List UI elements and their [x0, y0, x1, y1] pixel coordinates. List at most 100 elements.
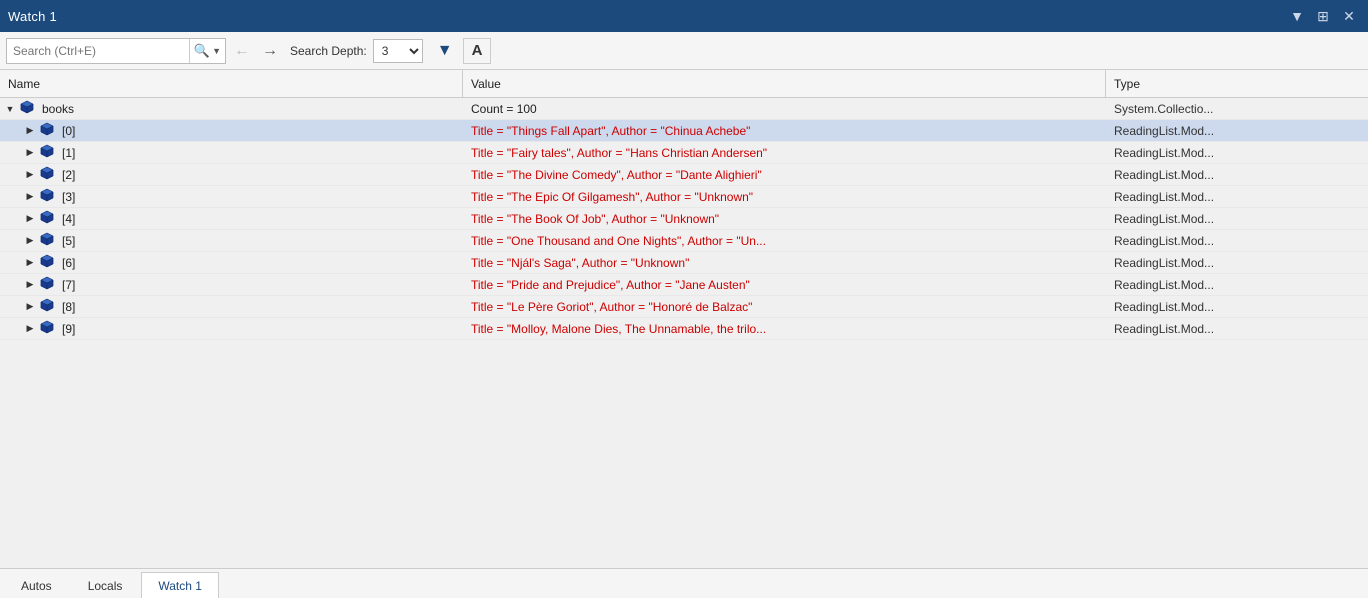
name-text: [2]: [62, 168, 75, 182]
name-text: [5]: [62, 234, 75, 248]
forward-button[interactable]: →: [258, 40, 282, 62]
name-text: [6]: [62, 256, 75, 270]
expand-arrow-icon[interactable]: ▶: [24, 125, 36, 137]
value-cell: Title = "Pride and Prejudice", Author = …: [463, 274, 1106, 295]
table-row[interactable]: ▶ [1]Title = "Fairy tales", Author = "Ha…: [0, 142, 1368, 164]
type-cell: ReadingList.Mod...: [1106, 252, 1368, 273]
search-depth-select[interactable]: 1 2 3 4 5: [373, 39, 423, 63]
table-header: Name Value Type: [0, 70, 1368, 98]
dropdown-button[interactable]: ▼: [1286, 5, 1308, 27]
name-text: books: [42, 102, 74, 116]
cube-icon: [40, 276, 54, 293]
search-icons[interactable]: 🔍 ▼: [189, 39, 225, 63]
name-text: [1]: [62, 146, 75, 160]
table-row[interactable]: ▶ [6]Title = "Njál's Saga", Author = "Un…: [0, 252, 1368, 274]
table-row[interactable]: ▶ [4]Title = "The Book Of Job", Author =…: [0, 208, 1368, 230]
expand-arrow-icon[interactable]: ▶: [24, 323, 36, 335]
expand-arrow-icon[interactable]: ▶: [24, 147, 36, 159]
close-button[interactable]: ✕: [1338, 5, 1360, 27]
search-box: 🔍 ▼: [6, 38, 226, 64]
value-cell: Title = "The Divine Comedy", Author = "D…: [463, 164, 1106, 185]
table-row[interactable]: ▶ [0]Title = "Things Fall Apart", Author…: [0, 120, 1368, 142]
filter-button[interactable]: ▼: [431, 40, 459, 62]
toolbar: 🔍 ▼ ← → Search Depth: 1 2 3 4 5 ▼ A: [0, 32, 1368, 70]
type-cell: ReadingList.Mod...: [1106, 274, 1368, 295]
name-cell: ▶ [8]: [0, 296, 463, 317]
table-row[interactable]: ▶ [8]Title = "Le Père Goriot", Author = …: [0, 296, 1368, 318]
table-row[interactable]: ▶ [3]Title = "The Epic Of Gilgamesh", Au…: [0, 186, 1368, 208]
name-cell: ▶ [3]: [0, 186, 463, 207]
type-cell: ReadingList.Mod...: [1106, 186, 1368, 207]
cube-icon: [40, 210, 54, 227]
expand-arrow-icon[interactable]: ▶: [24, 235, 36, 247]
table-body: ▼ booksCount = 100System.Collectio...▶ […: [0, 98, 1368, 568]
name-cell: ▶ [2]: [0, 164, 463, 185]
title-bar: Watch 1 ▼ ⊞ ✕: [0, 0, 1368, 32]
back-button[interactable]: ←: [230, 40, 254, 62]
expand-arrow-icon[interactable]: ▶: [24, 169, 36, 181]
name-cell: ▶ [5]: [0, 230, 463, 251]
pin-button[interactable]: ⊞: [1312, 5, 1334, 27]
value-cell: Title = "One Thousand and One Nights", A…: [463, 230, 1106, 251]
expand-arrow-icon[interactable]: ▼: [4, 103, 16, 115]
value-cell: Title = "Njál's Saga", Author = "Unknown…: [463, 252, 1106, 273]
cube-icon: [40, 166, 54, 183]
cube-icon: [40, 122, 54, 139]
name-text: [7]: [62, 278, 75, 292]
value-cell: Title = "Things Fall Apart", Author = "C…: [463, 120, 1106, 141]
name-text: [8]: [62, 300, 75, 314]
title-bar-buttons: ▼ ⊞ ✕: [1286, 5, 1360, 27]
value-cell: Title = "Le Père Goriot", Author = "Hono…: [463, 296, 1106, 317]
cube-icon: [40, 320, 54, 337]
title-bar-title: Watch 1: [8, 9, 1286, 24]
expand-arrow-icon[interactable]: ▶: [24, 213, 36, 225]
header-name: Name: [0, 70, 463, 97]
value-cell: Title = "Molloy, Malone Dies, The Unnama…: [463, 318, 1106, 339]
value-cell: Count = 100: [463, 98, 1106, 119]
search-icon: 🔍: [194, 43, 210, 59]
name-cell: ▶ [9]: [0, 318, 463, 339]
tab-locals[interactable]: Locals: [71, 572, 140, 598]
expand-arrow-icon[interactable]: ▶: [24, 257, 36, 269]
cube-icon: [40, 254, 54, 271]
name-text: [3]: [62, 190, 75, 204]
cube-icon: [20, 100, 34, 117]
name-text: [4]: [62, 212, 75, 226]
cube-icon: [40, 188, 54, 205]
tab-watch-1[interactable]: Watch 1: [141, 572, 219, 598]
value-cell: Title = "Fairy tales", Author = "Hans Ch…: [463, 142, 1106, 163]
type-cell: ReadingList.Mod...: [1106, 230, 1368, 251]
table-row[interactable]: ▶ [9]Title = "Molloy, Malone Dies, The U…: [0, 318, 1368, 340]
type-cell: ReadingList.Mod...: [1106, 296, 1368, 317]
type-cell: ReadingList.Mod...: [1106, 142, 1368, 163]
type-cell: ReadingList.Mod...: [1106, 208, 1368, 229]
tab-autos[interactable]: Autos: [4, 572, 69, 598]
name-cell: ▶ [6]: [0, 252, 463, 273]
type-cell: ReadingList.Mod...: [1106, 164, 1368, 185]
search-dropdown-icon: ▼: [212, 46, 221, 56]
expand-arrow-icon[interactable]: ▶: [24, 191, 36, 203]
cube-icon: [40, 298, 54, 315]
expand-arrow-icon[interactable]: ▶: [24, 301, 36, 313]
name-cell: ▶ [1]: [0, 142, 463, 163]
table-row[interactable]: ▶ [2]Title = "The Divine Comedy", Author…: [0, 164, 1368, 186]
search-input[interactable]: [7, 44, 189, 58]
type-cell: ReadingList.Mod...: [1106, 318, 1368, 339]
header-value: Value: [463, 70, 1106, 97]
value-cell: Title = "The Book Of Job", Author = "Unk…: [463, 208, 1106, 229]
value-cell: Title = "The Epic Of Gilgamesh", Author …: [463, 186, 1106, 207]
table-row[interactable]: ▼ booksCount = 100System.Collectio...: [0, 98, 1368, 120]
bottom-tabs: AutosLocalsWatch 1: [0, 568, 1368, 598]
search-depth-label: Search Depth:: [290, 44, 367, 58]
font-button[interactable]: A: [463, 38, 492, 64]
table-row[interactable]: ▶ [7] Title = "Pride and Prejudice", Auth…: [0, 274, 1368, 296]
table-row[interactable]: ▶ [5]Title = "One Thousand and One Night…: [0, 230, 1368, 252]
filter-icon: ▼: [437, 42, 453, 60]
name-text: [9]: [62, 322, 75, 336]
header-type: Type: [1106, 70, 1352, 97]
watch-table: Name Value Type ▼ booksCount = 100System…: [0, 70, 1368, 568]
expand-arrow-icon[interactable]: ▶: [24, 279, 36, 291]
name-cell: ▶ [4]: [0, 208, 463, 229]
type-cell: ReadingList.Mod...: [1106, 120, 1368, 141]
cube-icon: [40, 232, 54, 249]
